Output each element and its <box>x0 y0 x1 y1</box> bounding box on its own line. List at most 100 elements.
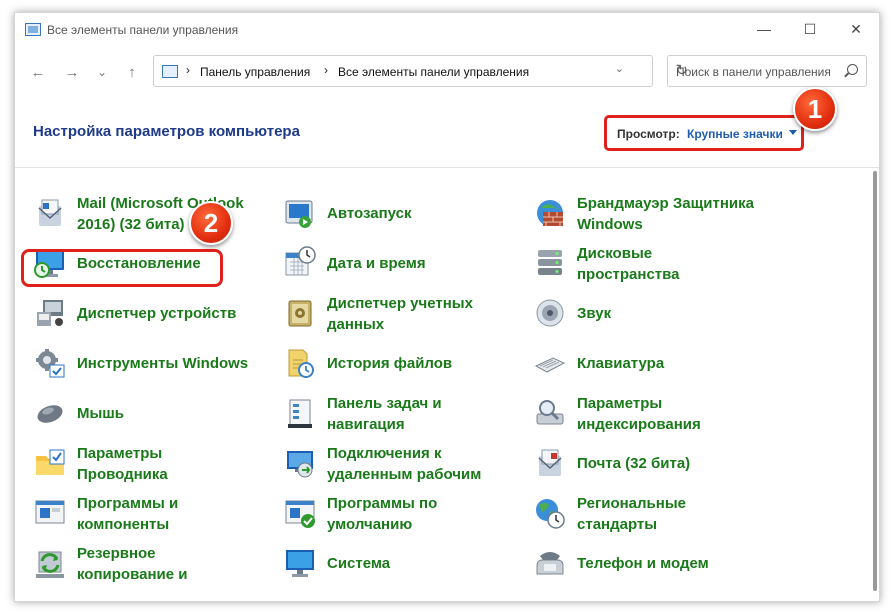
control-panel-item[interactable]: Почта (32 бита) <box>533 441 783 487</box>
control-panel-item[interactable]: Панель задач и навигация <box>283 391 533 437</box>
view-by-highlight: Просмотр: Крупные значки <box>604 115 804 151</box>
control-panel-item[interactable]: Телефон и модем <box>533 541 783 587</box>
item-label[interactable]: Дисковые пространства <box>577 243 680 285</box>
breadcrumb-all-items[interactable]: Все элементы панели управления <box>338 65 529 79</box>
calendar-clock-icon <box>283 246 317 280</box>
control-panel-item[interactable]: Звук <box>533 291 783 337</box>
control-panel-item[interactable]: Брандмауэр Защитника Windows <box>533 191 783 237</box>
item-label[interactable]: Программы и компоненты <box>77 493 178 535</box>
control-panel-item[interactable]: Клавиатура <box>533 341 783 387</box>
item-label[interactable]: История файлов <box>327 353 452 374</box>
search-input[interactable] <box>668 56 848 88</box>
item-label[interactable]: Диспетчер учетных данных <box>327 293 473 335</box>
breadcrumb-separator: › <box>324 63 328 77</box>
item-label-line: Резервное <box>77 545 156 562</box>
control-panel-item[interactable]: Инструменты Windows <box>33 341 283 387</box>
item-label[interactable]: Диспетчер устройств <box>77 303 236 324</box>
breadcrumb-separator: › <box>186 63 190 77</box>
item-label-line: Подключения к <box>327 445 442 462</box>
item-label[interactable]: Параметры Проводника <box>77 443 168 485</box>
control-panel-item[interactable]: История файлов <box>283 341 533 387</box>
control-panel-item[interactable]: Mail (Microsoft Outlook 2016) (32 бита) <box>33 191 283 237</box>
content-divider <box>15 167 879 168</box>
title-bar: Все элементы панели управления — ☐ ✕ <box>15 13 879 47</box>
phone-modem-icon <box>533 546 567 580</box>
windows-tools-icon <box>33 346 67 380</box>
item-label-line: Программы по <box>327 495 438 512</box>
search-box[interactable] <box>667 55 867 88</box>
control-panel-item[interactable]: Региональные стандарты <box>533 491 783 537</box>
control-panel-item[interactable]: Параметры индексирования <box>533 391 783 437</box>
item-label-line: данных <box>327 316 385 333</box>
speaker-icon <box>533 296 567 330</box>
keyboard-icon <box>533 346 567 380</box>
item-label[interactable]: Подключения к удаленным рабочим <box>327 443 481 485</box>
control-panel-item[interactable]: Диспетчер устройств <box>33 291 283 337</box>
item-label-line: Дата и время <box>327 255 426 272</box>
item-label[interactable]: Телефон и модем <box>577 553 709 574</box>
address-bar[interactable]: › Панель управления › Все элементы панел… <box>153 55 688 87</box>
item-label[interactable]: Звук <box>577 303 611 324</box>
item-label-line: Панель задач и <box>327 395 442 412</box>
item-label-line: Диспетчер учетных <box>327 295 473 312</box>
item-label-line: умолчанию <box>327 516 413 533</box>
item-label[interactable]: Автозапуск <box>327 203 411 224</box>
scrollbar[interactable] <box>873 171 877 591</box>
control-panel-item[interactable]: Диспетчер учетных данных <box>283 291 533 337</box>
item-label[interactable]: Мышь <box>77 403 124 424</box>
control-panel-item[interactable]: Программы по умолчанию <box>283 491 533 537</box>
control-panel-item[interactable]: Мышь <box>33 391 283 437</box>
programs-icon <box>33 496 67 530</box>
control-panel-item[interactable]: Резервное копирование и <box>33 541 283 587</box>
maximize-button[interactable]: ☐ <box>787 13 833 45</box>
dropdown-caret-icon[interactable] <box>789 130 797 135</box>
control-panel-item[interactable]: Программы и компоненты <box>33 491 283 537</box>
recent-locations-button[interactable]: ⌄ <box>91 61 113 83</box>
forward-button[interactable]: → <box>61 61 83 83</box>
control-panel-item[interactable]: Дисковые пространства <box>533 241 783 287</box>
navigation-bar: ← → ⌄ ↑ › Панель управления › Все элемен… <box>15 53 879 93</box>
page-title: Настройка параметров компьютера <box>33 123 300 140</box>
item-label[interactable]: Система <box>327 553 390 574</box>
minimize-button[interactable]: — <box>741 13 787 45</box>
storage-spaces-icon <box>533 246 567 280</box>
item-label[interactable]: Параметры индексирования <box>577 393 701 435</box>
address-dropdown-icon[interactable]: ⌄ <box>615 62 624 75</box>
control-panel-item[interactable]: Параметры Проводника <box>33 441 283 487</box>
item-label-line: Телефон и модем <box>577 555 709 572</box>
item-label[interactable]: Брандмауэр Защитника Windows <box>577 193 754 235</box>
item-label[interactable]: Клавиатура <box>577 353 664 374</box>
device-manager-icon <box>33 296 67 330</box>
search-icon[interactable] <box>847 64 858 75</box>
item-label[interactable]: Инструменты Windows <box>77 353 248 374</box>
up-button[interactable]: ↑ <box>121 61 143 83</box>
backup-icon <box>33 546 67 580</box>
item-label[interactable]: Региональные стандарты <box>577 493 686 535</box>
close-button[interactable]: ✕ <box>833 13 879 45</box>
item-label-line: удаленным рабочим <box>327 466 482 483</box>
firewall-icon <box>533 196 567 230</box>
item-label[interactable]: Дата и время <box>327 253 426 274</box>
item-label[interactable]: Резервное копирование и <box>77 543 187 585</box>
control-panel-item[interactable]: Автозапуск <box>283 191 533 237</box>
item-label-line: Проводника <box>77 466 168 483</box>
control-panel-item[interactable]: Подключения к удаленным рабочим <box>283 441 533 487</box>
window-title: Все элементы панели управления <box>47 23 239 37</box>
back-button[interactable]: ← <box>27 61 49 83</box>
control-panel-item[interactable]: Система <box>283 541 533 587</box>
item-label[interactable]: Почта (32 бита) <box>577 453 690 474</box>
view-by-dropdown[interactable]: Крупные значки <box>687 127 783 141</box>
item-label-line: пространства <box>577 266 680 283</box>
item-label[interactable]: Панель задач и навигация <box>327 393 442 435</box>
explorer-options-icon <box>33 446 67 480</box>
item-label[interactable]: Программы по умолчанию <box>327 493 437 535</box>
item-label-line: копирование и <box>77 566 188 583</box>
control-panel-window: Все элементы панели управления — ☐ ✕ ← →… <box>14 12 880 602</box>
item-label-line: Инструменты Windows <box>77 355 249 372</box>
item-label-line: Windows <box>577 216 643 233</box>
item-label-line: индексирования <box>577 416 701 433</box>
breadcrumb-control-panel[interactable]: Панель управления <box>200 65 310 79</box>
mail-32-icon <box>533 446 567 480</box>
item-label-line: Автозапуск <box>327 205 412 222</box>
control-panel-item[interactable]: Дата и время <box>283 241 533 287</box>
